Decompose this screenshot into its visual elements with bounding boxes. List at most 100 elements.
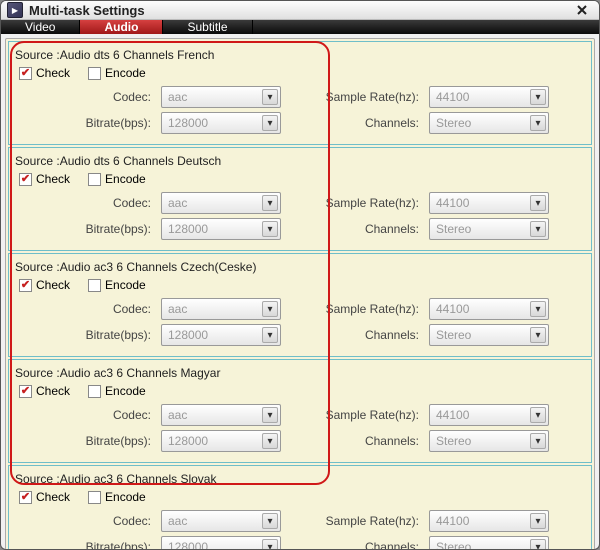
check-checkbox[interactable]: Check (19, 172, 70, 186)
audio-track-group: Source :Audio ac3 6 Channels Czech(Ceske… (8, 253, 592, 357)
audio-track-group: Source :Audio ac3 6 Channels Slovak Chec… (8, 465, 592, 550)
window-title: Multi-task Settings (29, 3, 571, 18)
source-label: Source :Audio dts 6 Channels Deutsch (15, 154, 585, 168)
audio-track-group: Source :Audio dts 6 Channels French Chec… (8, 41, 592, 145)
chevron-down-icon (530, 327, 546, 343)
chevron-down-icon (262, 195, 278, 211)
checkbox-icon (88, 491, 101, 504)
chevron-down-icon (262, 327, 278, 343)
check-label: Check (36, 66, 70, 80)
checkbox-icon (88, 67, 101, 80)
chevron-down-icon (530, 301, 546, 317)
channels-select[interactable]: Stereo (429, 324, 549, 346)
channels-label: Channels: (319, 222, 419, 236)
check-checkbox[interactable]: Check (19, 66, 70, 80)
chevron-down-icon (262, 407, 278, 423)
chevron-down-icon (530, 539, 546, 550)
encode-label: Encode (105, 66, 146, 80)
chevron-down-icon (530, 433, 546, 449)
bitrate-label: Bitrate(bps): (15, 434, 151, 448)
bitrate-label: Bitrate(bps): (15, 116, 151, 130)
channels-select[interactable]: Stereo (429, 218, 549, 240)
checkbox-icon (88, 173, 101, 186)
chevron-down-icon (262, 301, 278, 317)
chevron-down-icon (262, 115, 278, 131)
samplerate-label: Sample Rate(hz): (319, 302, 419, 316)
codec-label: Codec: (15, 90, 151, 104)
check-checkbox[interactable]: Check (19, 384, 70, 398)
check-checkbox[interactable]: Check (19, 278, 70, 292)
channels-label: Channels: (319, 540, 419, 550)
channels-select[interactable]: Stereo (429, 536, 549, 550)
samplerate-select[interactable]: 44100 (429, 192, 549, 214)
chevron-down-icon (530, 195, 546, 211)
chevron-down-icon (262, 513, 278, 529)
encode-label: Encode (105, 490, 146, 504)
samplerate-label: Sample Rate(hz): (319, 514, 419, 528)
samplerate-select[interactable]: 44100 (429, 298, 549, 320)
bitrate-select[interactable]: 128000 (161, 430, 281, 452)
encode-label: Encode (105, 278, 146, 292)
samplerate-label: Sample Rate(hz): (319, 90, 419, 104)
encode-checkbox[interactable]: Encode (88, 66, 146, 80)
source-label: Source :Audio dts 6 Channels French (15, 48, 585, 62)
codec-label: Codec: (15, 302, 151, 316)
samplerate-label: Sample Rate(hz): (319, 196, 419, 210)
chevron-down-icon (530, 513, 546, 529)
content-area: Source :Audio dts 6 Channels French Chec… (5, 38, 595, 550)
codec-select[interactable]: aac (161, 192, 281, 214)
bitrate-select[interactable]: 128000 (161, 112, 281, 134)
encode-checkbox[interactable]: Encode (88, 278, 146, 292)
codec-select[interactable]: aac (161, 510, 281, 532)
checkbox-icon (19, 491, 32, 504)
encode-checkbox[interactable]: Encode (88, 172, 146, 186)
bitrate-select[interactable]: 128000 (161, 324, 281, 346)
check-label: Check (36, 490, 70, 504)
tab-audio[interactable]: Audio (80, 20, 163, 34)
codec-select[interactable]: aac (161, 86, 281, 108)
checkbox-icon (19, 385, 32, 398)
samplerate-select[interactable]: 44100 (429, 510, 549, 532)
checkbox-icon (88, 279, 101, 292)
close-button[interactable] (571, 1, 593, 19)
source-label: Source :Audio ac3 6 Channels Slovak (15, 472, 585, 486)
bitrate-label: Bitrate(bps): (15, 222, 151, 236)
channels-select[interactable]: Stereo (429, 430, 549, 452)
check-label: Check (36, 384, 70, 398)
chevron-down-icon (530, 221, 546, 237)
chevron-down-icon (262, 433, 278, 449)
codec-label: Codec: (15, 408, 151, 422)
settings-window: Multi-task Settings Video Audio Subtitle… (0, 0, 600, 550)
source-label: Source :Audio ac3 6 Channels Czech(Ceske… (15, 260, 585, 274)
bitrate-select[interactable]: 128000 (161, 218, 281, 240)
codec-select[interactable]: aac (161, 404, 281, 426)
check-checkbox[interactable]: Check (19, 490, 70, 504)
samplerate-select[interactable]: 44100 (429, 86, 549, 108)
channels-label: Channels: (319, 116, 419, 130)
samplerate-select[interactable]: 44100 (429, 404, 549, 426)
channels-label: Channels: (319, 434, 419, 448)
checkbox-icon (19, 67, 32, 80)
chevron-down-icon (262, 539, 278, 550)
codec-select[interactable]: aac (161, 298, 281, 320)
channels-select[interactable]: Stereo (429, 112, 549, 134)
scroll-area[interactable]: Source :Audio dts 6 Channels French Chec… (6, 39, 594, 550)
checkbox-icon (19, 279, 32, 292)
chevron-down-icon (262, 221, 278, 237)
app-icon (7, 2, 23, 18)
check-label: Check (36, 172, 70, 186)
encode-checkbox[interactable]: Encode (88, 490, 146, 504)
audio-track-group: Source :Audio dts 6 Channels Deutsch Che… (8, 147, 592, 251)
encode-label: Encode (105, 172, 146, 186)
chevron-down-icon (530, 89, 546, 105)
bitrate-label: Bitrate(bps): (15, 328, 151, 342)
bitrate-select[interactable]: 128000 (161, 536, 281, 550)
titlebar: Multi-task Settings (1, 1, 599, 20)
tab-subtitle[interactable]: Subtitle (163, 20, 252, 34)
tab-video[interactable]: Video (1, 20, 80, 34)
tab-bar: Video Audio Subtitle (1, 20, 599, 34)
chevron-down-icon (262, 89, 278, 105)
encode-checkbox[interactable]: Encode (88, 384, 146, 398)
codec-label: Codec: (15, 196, 151, 210)
check-label: Check (36, 278, 70, 292)
